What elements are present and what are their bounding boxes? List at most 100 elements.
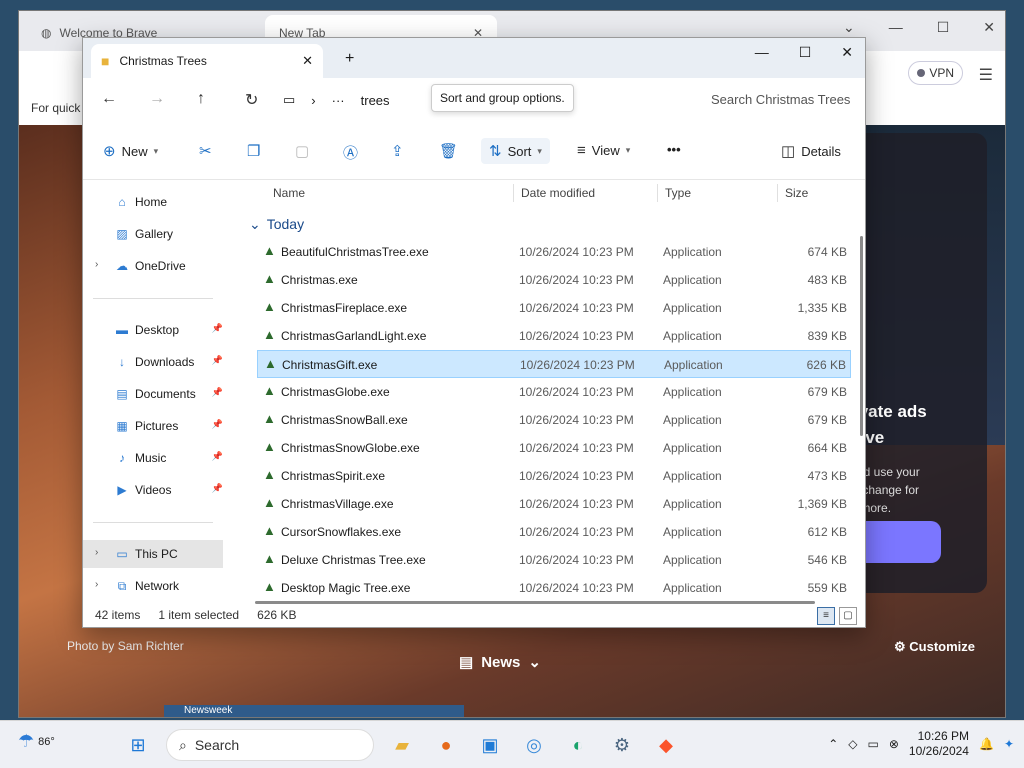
file-name: ChristmasGift.exe [282,358,378,372]
computer-icon[interactable]: ▭ [283,92,295,108]
up-arrow-icon[interactable]: ↑ [197,90,205,108]
new-button[interactable]: ⊕ New ▾ [103,142,158,160]
pictures-icon: ▦ [116,419,128,433]
notification-bell-icon[interactable]: 🔔 [979,737,994,751]
new-tab-icon[interactable]: + [345,50,354,68]
store-icon[interactable]: ▣ [474,729,506,761]
hamburger-menu-icon[interactable]: ☰ [979,65,993,85]
network-icon[interactable]: ◇ [848,737,857,751]
display-icon[interactable]: ▭ [868,737,879,751]
chevron-down-icon[interactable]: ⌄ [843,19,855,36]
sidebar-item-onedrive[interactable]: › ☁ OneDrive [83,252,223,280]
sidebar-item-pictures[interactable]: ▦ Pictures 📌 [83,412,223,440]
chevron-right-icon[interactable]: › [95,547,98,558]
customize-button[interactable]: ⚙ Customize [894,639,975,655]
more-options-icon[interactable]: ••• [667,142,681,157]
group-header-today[interactable]: ⌄ Today [249,216,304,233]
table-row[interactable]: ▲ BeautifulChristmasTree.exe 10/26/2024 10… [257,238,851,266]
paste-icon: ▢ [295,143,310,160]
table-row[interactable]: ▲ ChristmasGarlandLight.exe 10/26/2024 10:… [257,322,851,350]
column-separator[interactable] [657,184,658,202]
firefox-icon[interactable]: ● [430,729,462,761]
sidebar-item-label: Videos [135,483,172,497]
table-row[interactable]: ▲ ChristmasSnowBall.exe 10/26/2024 10:23 P… [257,406,851,434]
table-row[interactable]: ▲ ChristmasGlobe.exe 10/26/2024 10:23 PM Ap… [257,378,851,406]
column-header-name[interactable]: Name [273,186,305,200]
table-row[interactable]: ▲ ChristmasGift.exe 10/26/2024 10:23 PM App… [257,350,851,378]
share-button[interactable]: ⇪ [391,142,404,160]
volume-icon[interactable]: ⊗ [889,737,899,751]
refresh-icon[interactable]: ↻ [245,90,258,110]
sidebar-item-videos[interactable]: ▶ Videos 📌 [83,476,223,504]
sidebar-item-home[interactable]: ⌂ Home [83,188,223,216]
table-row[interactable]: ▲ ChristmasVillage.exe 10/26/2024 10:23 PM… [257,490,851,518]
sidebar-item-music[interactable]: ♪ Music 📌 [83,444,223,472]
file-name: CursorSnowflakes.exe [281,525,402,539]
cut-button[interactable]: ✂ [199,142,212,160]
minimize-icon[interactable]: — [889,19,903,36]
maximize-icon[interactable]: ☐ [799,44,812,61]
rename-button[interactable]: Ⓐ [343,142,358,163]
breadcrumb-current[interactable]: trees [361,93,390,108]
clock[interactable]: 10:26 PM 10/26/2024 [909,729,969,759]
table-row[interactable]: ▲ CursorSnowflakes.exe 10/26/2024 10:23 PM… [257,518,851,546]
search-icon: ⌕ [179,736,187,753]
search-input[interactable]: Search Christmas Trees [703,86,859,114]
details-button[interactable]: ◫ Details [781,142,841,160]
delete-button[interactable]: 🗑 [439,142,458,160]
column-separator[interactable] [513,184,514,202]
column-separator[interactable] [777,184,778,202]
table-row[interactable]: ▲ Deluxe Christmas Tree.exe 10/26/2024 10:… [257,546,851,574]
maximize-icon[interactable]: ☐ [937,19,950,36]
tiles-view-icon[interactable]: ▢ [839,607,857,625]
sort-tooltip: Sort and group options. [431,84,574,112]
taskbar-search[interactable]: ⌕ Search [166,729,374,761]
close-icon[interactable]: ✕ [841,44,853,61]
sidebar-item-desktop[interactable]: ▬ Desktop 📌 [83,316,223,344]
file-name: ChristmasSnowBall.exe [281,413,408,427]
back-arrow-icon[interactable]: ← [101,90,117,108]
paste-button[interactable]: ▢ [295,142,309,160]
copy-button[interactable]: ❐ [247,142,260,160]
vertical-scrollbar[interactable] [860,236,863,436]
details-label: Details [801,143,841,159]
sidebar-item-this-pc[interactable]: › ▭ This PC [83,540,223,568]
file-explorer-icon[interactable]: ▰ [386,729,418,761]
table-row[interactable]: ▲ ChristmasSpirit.exe 10/26/2024 10:23 PM A… [257,462,851,490]
details-view-icon[interactable]: ≡ [817,607,835,625]
tree-app-icon: ▲ [263,383,276,398]
edge-icon[interactable]: ◐ [562,729,594,761]
view-button[interactable]: ≡ View ▾ [577,142,630,159]
settings-gear-icon[interactable]: ⚙ [606,729,638,761]
sidebar-item-downloads[interactable]: ↓ Downloads 📌 [83,348,223,376]
news-button[interactable]: ▤ News ⌄ [459,653,541,672]
forward-arrow-icon[interactable]: → [149,90,165,108]
brave-icon[interactable]: ◆ [650,729,682,761]
chevron-right-icon[interactable]: › [311,93,315,108]
column-header-type[interactable]: Type [665,186,691,200]
vpn-button[interactable]: VPN [908,61,963,85]
chevron-right-icon[interactable]: › [95,579,98,590]
file-size: 612 KB [807,525,847,539]
table-row[interactable]: ▲ Desktop Magic Tree.exe 10/26/2024 10:23 … [257,574,851,602]
weather-widget[interactable]: ☂ 86° [18,731,55,752]
table-row[interactable]: ▲ ChristmasFireplace.exe 10/26/2024 10:23 … [257,294,851,322]
close-tab-icon[interactable]: ✕ [302,53,313,69]
windows-start-icon[interactable]: ⊞ [122,729,154,761]
sidebar-item-gallery[interactable]: ▨ Gallery [83,220,223,248]
copilot-icon[interactable]: ✦ [1004,737,1014,751]
chevron-right-icon[interactable]: › [95,259,98,270]
explorer-tab[interactable]: ■ Christmas Trees ✕ [91,44,323,78]
chrome-icon[interactable]: ◎ [518,729,550,761]
chevron-up-icon[interactable]: ⌃ [828,737,838,751]
table-row[interactable]: ▲ ChristmasSnowGlobe.exe 10/26/2024 10:23 … [257,434,851,462]
minimize-icon[interactable]: — [755,44,769,61]
column-header-date[interactable]: Date modified [521,186,595,200]
close-icon[interactable]: ✕ [983,19,995,36]
column-header-size[interactable]: Size [785,186,808,200]
sort-button[interactable]: ⇅ Sort ▾ [481,138,550,164]
ellipsis-icon[interactable]: ··· [332,93,345,108]
sidebar-item-network[interactable]: › ⧉ Network [83,572,223,600]
sidebar-item-documents[interactable]: ▤ Documents 📌 [83,380,223,408]
table-row[interactable]: ▲ Christmas.exe 10/26/2024 10:23 PM Applica… [257,266,851,294]
